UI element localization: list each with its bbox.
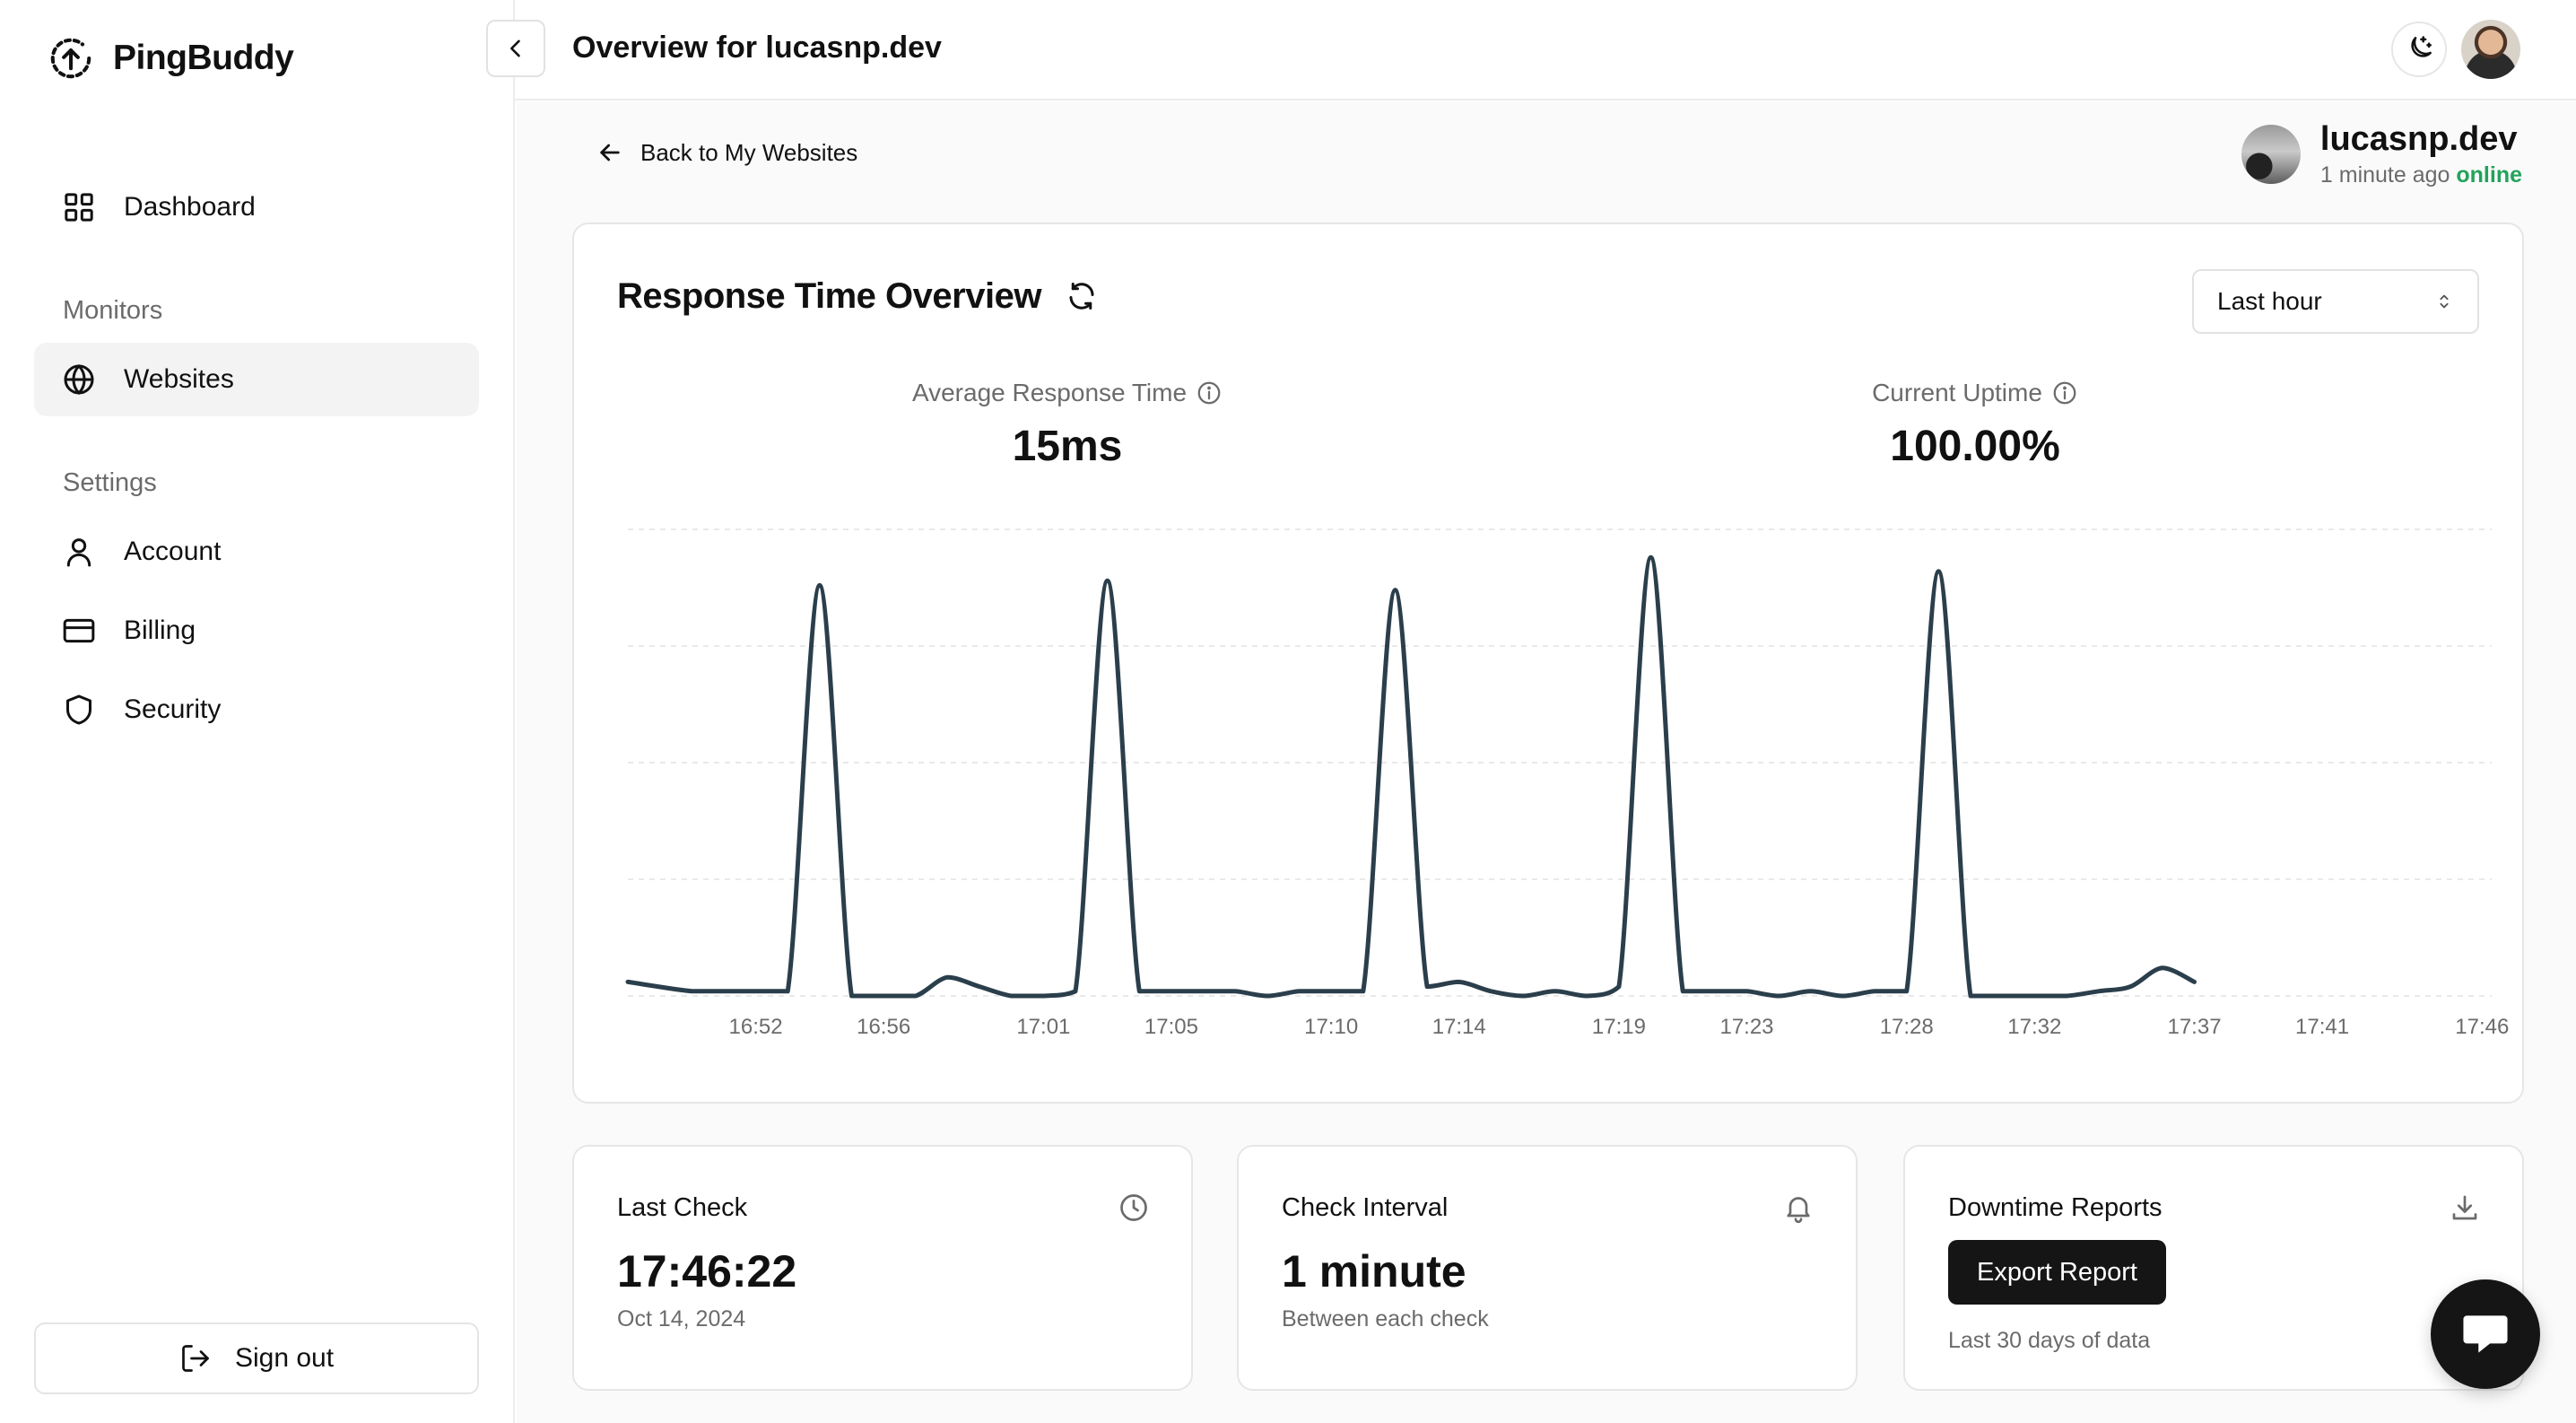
check-interval-label: Check Interval [1282,1193,1449,1222]
page-title: Overview for lucasnp.dev [572,31,942,65]
response-time-chart: 16:52 16:56 17:01 17:05 17:10 17:14 17:19 17:23… [625,528,2509,1039]
sidebar-item-billing[interactable]: Billing [34,594,479,668]
theme-toggle-button[interactable] [2391,22,2447,77]
user-icon [66,538,91,567]
last-check-time: 17:46:22 [617,1246,797,1296]
globe-icon [64,363,94,396]
sidebar-item-label: Security [124,694,222,724]
sign-out-button[interactable]: Sign out [34,1323,479,1394]
chat-button[interactable] [2431,1279,2540,1389]
last-check-date: Oct 14, 2024 [617,1306,746,1331]
x-tick-label: 17:23 [1719,1015,1773,1039]
x-tick-label: 17:32 [2007,1015,2061,1039]
x-tick-label: 17:10 [1304,1015,1358,1039]
sidebar-item-label: Billing [124,615,196,645]
downtime-reports-sub: Last 30 days of data [1948,1328,2151,1353]
x-tick-label: 17:14 [1432,1015,1486,1039]
grid-icon [65,193,93,222]
last-check-card: Last Check 17:46:22 Oct 14, 2024 [572,1145,1193,1391]
site-header: lucasnp.dev 1 minute ago online [2241,120,2522,188]
sign-out-label: Sign out [234,1343,335,1373]
sidebar-item-label: Account [124,537,222,566]
export-report-button[interactable]: Export Report [1948,1240,2166,1305]
sidebar-item-dashboard[interactable]: Dashboard [34,170,479,244]
x-tick-label: 16:52 [729,1015,783,1039]
response-time-card: Response Time Overview Last hour Average… [572,223,2524,1104]
download-icon[interactable] [2449,1192,2481,1224]
downtime-reports-label: Downtime Reports [1948,1193,2163,1222]
site-avatar [2241,125,2301,184]
collapse-sidebar-button[interactable] [486,20,545,77]
x-tick-label: 17:41 [2295,1015,2349,1039]
upload-circle-icon [50,38,91,79]
back-link-label: Back to My Websites [640,138,858,166]
sidebar-item-label: Dashboard [124,192,256,222]
site-info: lucasnp.dev 1 minute ago online [2320,120,2522,188]
main-content: Back to My Websites lucasnp.dev 1 minute… [517,102,2576,1423]
x-tick-label: 17:28 [1880,1015,1934,1039]
section-label-settings: Settings [63,468,157,497]
check-interval-value: 1 minute [1282,1246,1466,1296]
clock-icon [1120,1194,1147,1221]
site-name: lucasnp.dev [2319,120,2518,158]
status-badge: online [2456,162,2522,188]
downtime-reports-card: Downtime Reports Export Report Last 30 d… [1903,1145,2524,1391]
x-tick-label: 17:05 [1144,1015,1198,1039]
last-seen: 1 minute ago [2319,162,2450,188]
sidebar: PingBuddy Dashboard Monitors Websites Se… [0,0,515,1423]
user-avatar[interactable] [2461,20,2520,79]
credit-card-icon [63,618,95,643]
sidebar-item-account[interactable]: Account [34,515,479,589]
sidebar-item-security[interactable]: Security [34,673,479,746]
app-logo[interactable]: PingBuddy [47,34,294,83]
back-to-websites-link[interactable]: Back to My Websites [596,138,857,167]
top-header: Overview for lucasnp.dev [486,0,2576,100]
x-tick-label: 17:01 [1016,1015,1070,1039]
shield-icon [66,694,91,725]
x-tick-label: 17:19 [1592,1015,1646,1039]
bell-icon [1787,1197,1810,1224]
sidebar-item-label: Websites [124,364,234,394]
app-name: PingBuddy [113,39,294,77]
section-label-monitors: Monitors [63,296,163,325]
x-tick-label: 16:56 [857,1015,910,1039]
arrow-left-icon [600,144,620,162]
logout-icon [182,1345,209,1372]
chat-bubble-icon [2463,1315,2508,1353]
check-interval-card: Check Interval 1 minute Between each che… [1237,1145,1858,1391]
sidebar-item-websites[interactable]: Websites [34,343,479,416]
check-interval-sub: Between each check [1282,1306,1489,1331]
x-tick-label: 17:37 [2167,1015,2221,1039]
response-time-line [625,554,2197,999]
site-meta: 1 minute ago online [2320,162,2522,188]
moon-stars-icon [2411,36,2432,57]
x-tick-label: 17:46 [2455,1015,2509,1039]
last-check-label: Last Check [617,1193,748,1222]
chevron-left-icon [510,39,520,57]
